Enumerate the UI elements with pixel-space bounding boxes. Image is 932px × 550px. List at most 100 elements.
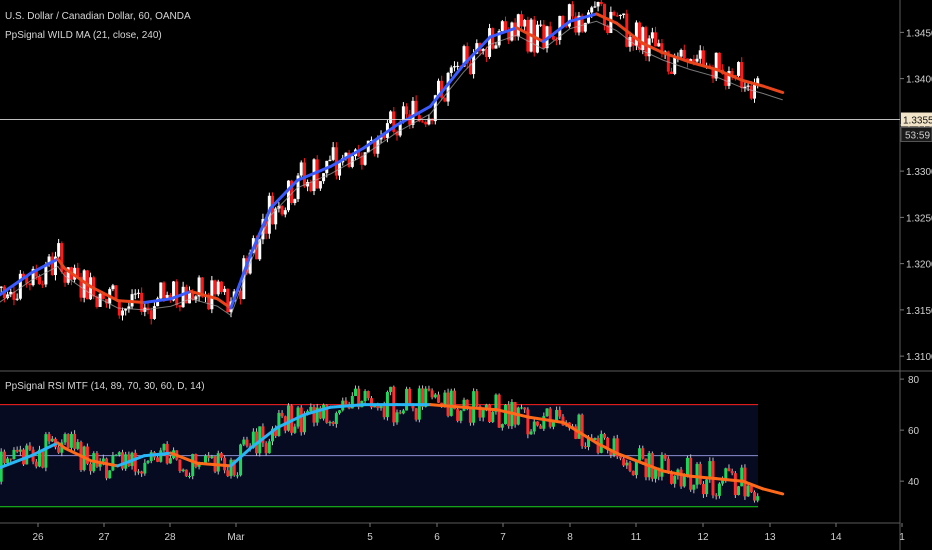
rsi-candle-body <box>363 391 367 401</box>
rsi-candle-body <box>644 458 648 478</box>
time-axis-label: 7 <box>500 532 506 543</box>
candle-body <box>500 21 504 32</box>
candle-body <box>133 293 137 295</box>
time-axis-label: 6 <box>434 532 440 543</box>
rsi-candle-body <box>331 422 335 424</box>
bar-countdown: 53:59 <box>905 131 930 142</box>
candle-body <box>37 276 41 285</box>
candle-body <box>612 11 616 16</box>
rsi-candle-body <box>207 455 211 458</box>
candle-body <box>679 49 683 57</box>
rsi-candle-body <box>638 448 642 461</box>
candle-body <box>504 21 508 31</box>
time-axis-label: 8 <box>567 532 573 543</box>
rsi-candle-body <box>344 400 348 405</box>
candle-body <box>452 66 456 68</box>
rsi-candle-body <box>427 388 431 391</box>
candle-body <box>650 32 654 39</box>
rsi-signal-segment <box>761 487 785 496</box>
rsi-candle-body <box>34 461 38 467</box>
rsi-candle-body <box>433 394 437 398</box>
rsi-candle-body <box>583 446 587 448</box>
candle-body <box>309 182 313 192</box>
ma-fast-segment <box>116 299 146 304</box>
candle-body <box>561 15 565 26</box>
candle-body <box>213 280 217 295</box>
rsi-candle-body <box>717 483 721 496</box>
rsi-candle-body <box>449 390 453 416</box>
price-axis-label: 1.31000 <box>906 352 932 363</box>
rsi-candle-body <box>414 408 418 420</box>
rsi-candle-body <box>210 456 214 458</box>
rsi-candle-body <box>446 392 450 416</box>
rsi-candle-body <box>114 454 118 456</box>
rsi-candle-body <box>334 413 338 424</box>
candle-body <box>299 162 303 176</box>
rsi-candle-body <box>188 475 192 477</box>
candle-body <box>523 19 527 27</box>
rsi-candle-body <box>727 468 731 472</box>
candle-body <box>280 205 284 215</box>
rsi-candle-body <box>746 485 750 497</box>
candle-body <box>456 65 460 67</box>
rsi-candle-body <box>105 458 109 479</box>
rsi-candle-body <box>753 492 757 501</box>
rsi-candle-body <box>178 459 182 472</box>
rsi-candle-body <box>382 405 386 418</box>
candle-body <box>484 49 488 57</box>
rsi-candle-body <box>354 388 358 396</box>
rsi-candle-body <box>395 412 399 423</box>
rsi-candle-body <box>146 460 150 463</box>
rsi-candle-body <box>507 404 511 427</box>
rsi-candle-body <box>156 457 160 462</box>
rsi-candle-body <box>18 449 22 452</box>
rsi-candle-body <box>430 390 434 398</box>
rsi-candle-body <box>302 414 306 433</box>
candle-body <box>488 28 492 57</box>
time-axis-label: 12 <box>697 532 709 543</box>
candle-body <box>717 52 721 70</box>
rsi-candle-body <box>663 454 667 459</box>
candle-body <box>389 111 393 124</box>
candle-body <box>596 2 600 7</box>
candle-body <box>539 24 543 26</box>
ma-fast-segment <box>142 297 173 304</box>
candle-body <box>510 22 514 41</box>
rsi-candle-body <box>133 452 137 472</box>
rsi-candle-body <box>194 453 198 467</box>
rsi-candle-body <box>191 453 195 476</box>
rsi-candle-body <box>714 495 718 497</box>
rsi-candle-body <box>660 454 664 477</box>
rsi-candle-body <box>641 448 645 459</box>
rsi-candle-body <box>733 473 737 496</box>
last-price-value: 1.33558 <box>903 116 932 127</box>
rsi-candle-body <box>724 468 728 480</box>
rsi-candle-body <box>459 410 463 421</box>
rsi-candle-body <box>749 485 753 493</box>
rsi-candle-body <box>286 405 290 431</box>
rsi-axis-label: 80 <box>908 375 920 386</box>
rsi-candle-body <box>532 421 536 432</box>
price-axis-label: 1.34000 <box>906 75 932 86</box>
time-axis-label: 13 <box>764 532 776 543</box>
candle-body <box>15 298 19 300</box>
time-axis-label: 14 <box>830 532 842 543</box>
candle-body <box>271 195 275 225</box>
price-candles <box>0 0 760 325</box>
rsi-candle-body <box>701 483 705 495</box>
candle-body <box>178 305 182 308</box>
time-axis-label: 11 <box>631 532 642 543</box>
rsi-candle-body <box>159 450 163 462</box>
rsi-candle-body <box>523 407 527 410</box>
rsi-candle-body <box>401 410 405 414</box>
candle-body <box>149 310 153 319</box>
candle-body <box>175 281 179 306</box>
rsi-candle-body <box>730 471 734 474</box>
rsi-indicator-title: PpSignal RSI MTF (14, 89, 70, 30, 60, D,… <box>5 381 205 392</box>
rsi-candle-body <box>618 456 622 459</box>
candle-body <box>405 106 409 115</box>
candle-body <box>654 32 658 47</box>
rsi-axis-label: 40 <box>908 477 920 488</box>
ma-fast-segment <box>741 79 765 88</box>
candle-body <box>98 293 102 307</box>
